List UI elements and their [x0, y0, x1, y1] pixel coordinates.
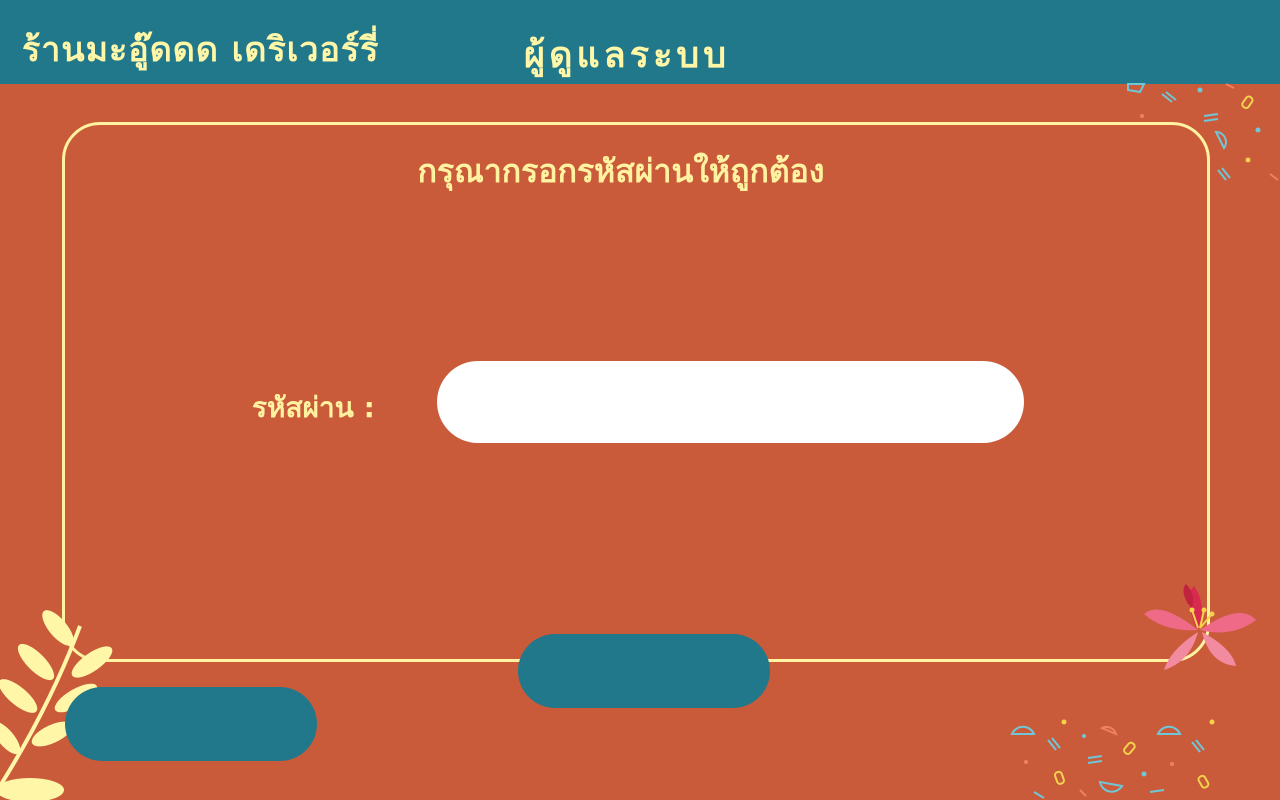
confetti-icon: [1010, 719, 1215, 799]
password-label: รหัสผ่าน :: [252, 391, 375, 424]
submit-button[interactable]: [518, 634, 770, 708]
back-button[interactable]: [65, 687, 317, 761]
shop-name-title: ร้านมะอู๊ดดด เดริเวอร์รี่: [22, 30, 380, 70]
lily-flower-icon: [1144, 584, 1256, 670]
top-header-bar: ร้านมะอู๊ดดด เดริเวอร์รี่ ผู้ดูแลระบบ: [0, 0, 1280, 84]
password-input[interactable]: [437, 361, 1024, 443]
page-title: ผู้ดูแลระบบ: [524, 35, 731, 76]
panel-heading: กรุณากรอกรหัสผ่านให้ถูกต้อง: [417, 152, 825, 190]
